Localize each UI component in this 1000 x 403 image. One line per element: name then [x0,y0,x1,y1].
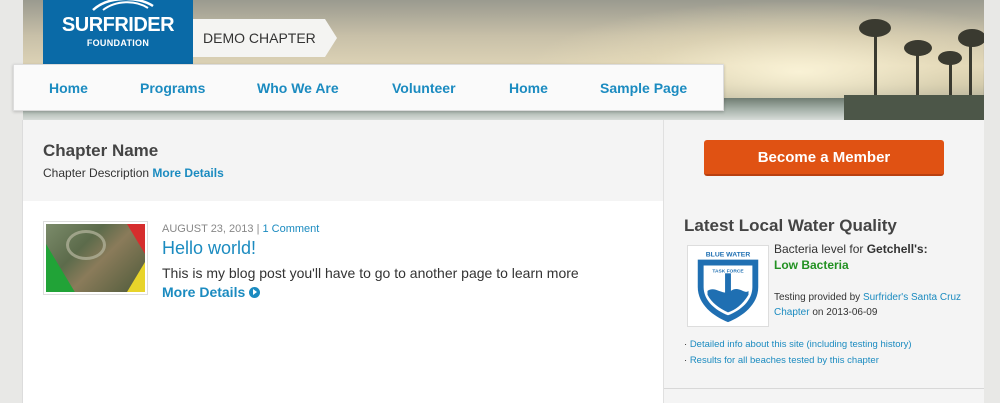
chapter-description: Chapter Description More Details [43,166,224,180]
post-thumbnail[interactable] [43,221,148,295]
post-meta: AUGUST 23, 2013 | 1 Comment [162,223,319,235]
nav-item-volunteer[interactable]: Volunteer [392,80,456,96]
nav-item-sample-page[interactable]: Sample Page [600,80,687,96]
testing-provided: Testing provided by Surfrider's Santa Cr… [774,290,964,320]
shield-icon: BLUE WATER TASK FORCE [697,252,759,323]
sidebar-divider [664,388,984,389]
become-member-button[interactable]: Become a Member [704,140,944,176]
palm-trees-image [844,19,984,120]
blue-water-task-force-badge[interactable]: BLUE WATER TASK FORCE [687,245,769,327]
chapter-description-text: Chapter Description [43,166,150,180]
bullet-icon: · [684,355,688,366]
site-details-link-row[interactable]: · Detailed info about this site (includi… [684,339,912,350]
play-arrow-icon [249,286,261,298]
chapter-title: Chapter Name [43,141,159,160]
post-meta-separator: | [256,223,260,235]
sidebar: Become a Member Latest Local Water Quali… [663,120,984,403]
water-quality-title: Latest Local Water Quality [684,216,897,235]
bacteria-prefix: Bacteria level for [774,242,864,256]
beach-name: Getchell's: [866,242,928,256]
post-more-details-link[interactable]: More Details [162,284,261,300]
site-details-link[interactable]: Detailed info about this site (including… [690,339,912,350]
chapter-tag[interactable]: DEMO CHAPTER [193,19,337,57]
logo-name: SURFRIDER [61,14,175,36]
nav-item-home-2[interactable]: Home [509,80,548,96]
post-excerpt: This is my blog post you'll have to go t… [162,265,579,281]
badge-text-sub: TASK FORCE [712,268,744,274]
wave-logo-icon [92,0,154,11]
post-title[interactable]: Hello world! [162,238,256,259]
surfrider-logo[interactable]: SURFRIDER FOUNDATION [43,0,193,65]
all-beaches-link[interactable]: Results for all beaches tested by this c… [690,355,879,366]
logo-subtitle: FOUNDATION [86,38,150,48]
post-thumbnail-image [46,224,145,292]
nav-item-home[interactable]: Home [49,80,88,96]
bacteria-level-label: Bacteria level for Getchell's: [774,242,928,256]
provided-prefix: Testing provided by [774,292,861,303]
chapter-more-details-link[interactable]: More Details [152,166,223,180]
provided-date: on 2013-06-09 [812,307,878,318]
post-more-details-label: More Details [162,284,246,300]
all-beaches-link-row[interactable]: · Results for all beaches tested by this… [684,355,879,366]
post-date: AUGUST 23, 2013 [162,223,254,235]
main-content: Chapter Name Chapter Description More De… [23,120,663,403]
main-nav: Home Programs Who We Are Volunteer Home … [13,64,724,111]
nav-item-programs[interactable]: Programs [140,80,205,96]
badge-text-top: BLUE WATER [706,252,751,259]
post-comments-link[interactable]: 1 Comment [263,223,320,235]
nav-item-who-we-are[interactable]: Who We Are [257,80,339,96]
bacteria-status: Low Bacteria [774,258,849,272]
bullet-icon: · [684,339,688,350]
chapter-header: Chapter Name Chapter Description More De… [23,120,663,201]
